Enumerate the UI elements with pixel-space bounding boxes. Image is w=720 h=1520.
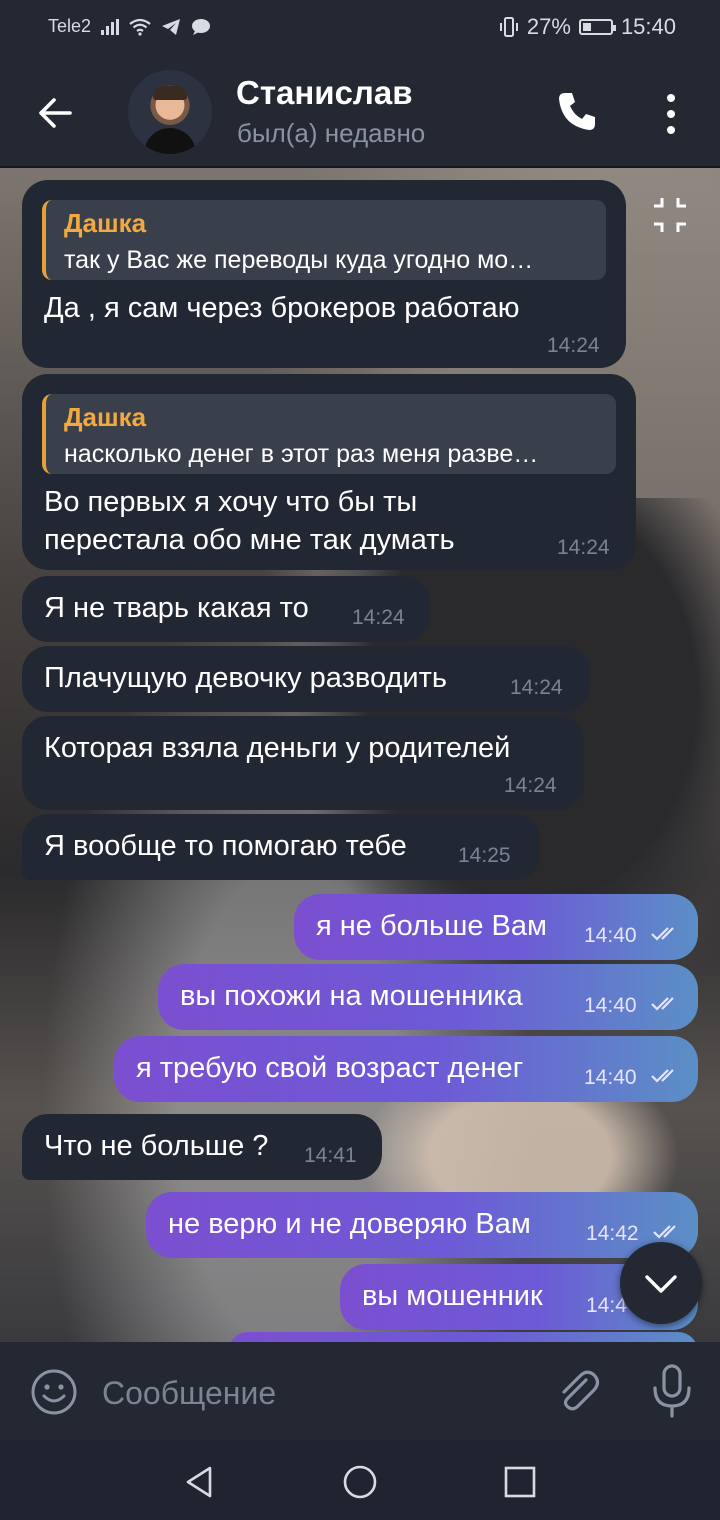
message-time: 14:41 [304, 1144, 357, 1167]
message-bubble-outgoing[interactable]: не верю и не доверяю Вам 14:42 [146, 1192, 698, 1258]
message-time: 14:24 [547, 334, 600, 357]
message-time: 14:24 [510, 676, 563, 699]
message-time: 14:24 [557, 536, 610, 559]
message-text-line: Во первых я хочу что бы ты [44, 486, 418, 518]
message-bubble-outgoing[interactable]: вы похожи на мошенника 14:40 [158, 964, 698, 1030]
more-vert-icon[interactable] [660, 92, 682, 136]
message-time: 14:24 [352, 606, 405, 629]
message-text: я требую свой возраст денег [136, 1052, 524, 1084]
reply-text: так у Вас же переводы куда угодно мо… [64, 246, 534, 274]
reply-text: насколько денег в этот раз меня разве… [64, 440, 539, 468]
message-bubble-incoming[interactable]: Дашка насколько денег в этот раз меня ра… [22, 374, 636, 570]
telegram-icon [162, 18, 181, 35]
battery-percent: 27% [526, 14, 571, 39]
double-check-icon [651, 1069, 674, 1083]
double-check-icon [651, 927, 674, 941]
signal-icon [101, 18, 120, 35]
mic-icon[interactable] [650, 1364, 694, 1418]
message-text: Я вообще то помогаю тебе [44, 830, 407, 862]
chat-notification-icon [192, 18, 211, 35]
collapse-icon[interactable] [648, 194, 692, 238]
reply-quote[interactable]: Дашка так у Вас же переводы куда угодно … [42, 200, 606, 280]
message-text: я не больше Вам [316, 910, 547, 942]
message-text: Которая взяла деньги у родителей [44, 732, 511, 764]
message-bubble-outgoing[interactable]: я требую свой возраст денег 14:40 [114, 1036, 698, 1102]
double-check-icon [651, 997, 674, 1011]
wifi-icon [129, 18, 151, 36]
message-text: не верю и не доверяю Вам [168, 1208, 531, 1240]
status-left: Tele2 [48, 16, 211, 37]
message-time: 14:40 [584, 994, 637, 1017]
message-bubble-outgoing[interactable]: я не больше Вам 14:40 [294, 894, 698, 960]
avatar[interactable] [128, 70, 212, 154]
chat-area[interactable]: Дашка так у Вас же переводы куда угодно … [0, 168, 720, 1342]
message-input[interactable] [100, 1370, 534, 1416]
message-time: 14:25 [458, 844, 511, 867]
message-bubble-incoming[interactable]: Что не больше ? 14:41 [22, 1114, 382, 1180]
system-nav-bar [0, 1440, 720, 1520]
message-time: 14:40 [584, 924, 637, 947]
message-text: Что не больше ? [44, 1130, 269, 1162]
message-time: 14:24 [504, 774, 557, 797]
attach-icon[interactable] [552, 1366, 602, 1416]
vibrate-icon [499, 17, 518, 37]
carrier-label: Tele2 [48, 16, 92, 36]
back-arrow-icon[interactable] [34, 92, 76, 134]
message-bubble-incoming[interactable]: Я вообще то помогаю тебе 14:25 [22, 814, 540, 880]
scroll-down-button[interactable] [620, 1242, 702, 1324]
message-text: вы мошенник [362, 1280, 543, 1312]
message-bubble-outgoing[interactable] [228, 1332, 698, 1342]
double-check-icon [653, 1225, 676, 1239]
chevron-down-icon [645, 1275, 677, 1293]
message-bubble-incoming[interactable]: Дашка так у Вас же переводы куда угодно … [22, 180, 626, 368]
message-text: вы похожи на мошенника [180, 980, 523, 1012]
contact-name[interactable]: Станислав [236, 74, 413, 112]
nav-recents-icon[interactable] [500, 1462, 540, 1502]
reply-author: Дашка [64, 208, 147, 238]
message-text-line: перестала обо мне так думать [44, 524, 455, 556]
message-text: Я не тварь какая то [44, 592, 309, 624]
status-right: 27% 15:40 [499, 14, 676, 40]
battery-icon [578, 19, 616, 35]
clock: 15:40 [620, 14, 676, 39]
contact-status: был(а) недавно [237, 118, 426, 148]
message-time: 14:40 [584, 1066, 637, 1089]
phone-icon[interactable] [556, 90, 598, 132]
nav-back-icon[interactable] [180, 1462, 220, 1502]
nav-home-icon[interactable] [340, 1462, 380, 1502]
reply-author: Дашка [64, 402, 147, 432]
message-bubble-incoming[interactable]: Я не тварь какая то 14:24 [22, 576, 430, 642]
status-bar: Tele2 27% 15:40 [0, 0, 720, 58]
message-bubble-incoming[interactable]: Плачущую девочку разводить 14:24 [22, 646, 590, 712]
message-text: Да , я сам через брокеров работаю [44, 292, 520, 324]
reply-quote[interactable]: Дашка насколько денег в этот раз меня ра… [42, 394, 616, 474]
chat-header: Станислав был(а) недавно [0, 58, 720, 168]
message-text: Плачущую девочку разводить [44, 662, 447, 694]
message-composer [0, 1342, 720, 1440]
message-bubble-incoming[interactable]: Которая взяла деньги у родителей 14:24 [22, 716, 584, 810]
emoji-icon[interactable] [30, 1368, 78, 1416]
